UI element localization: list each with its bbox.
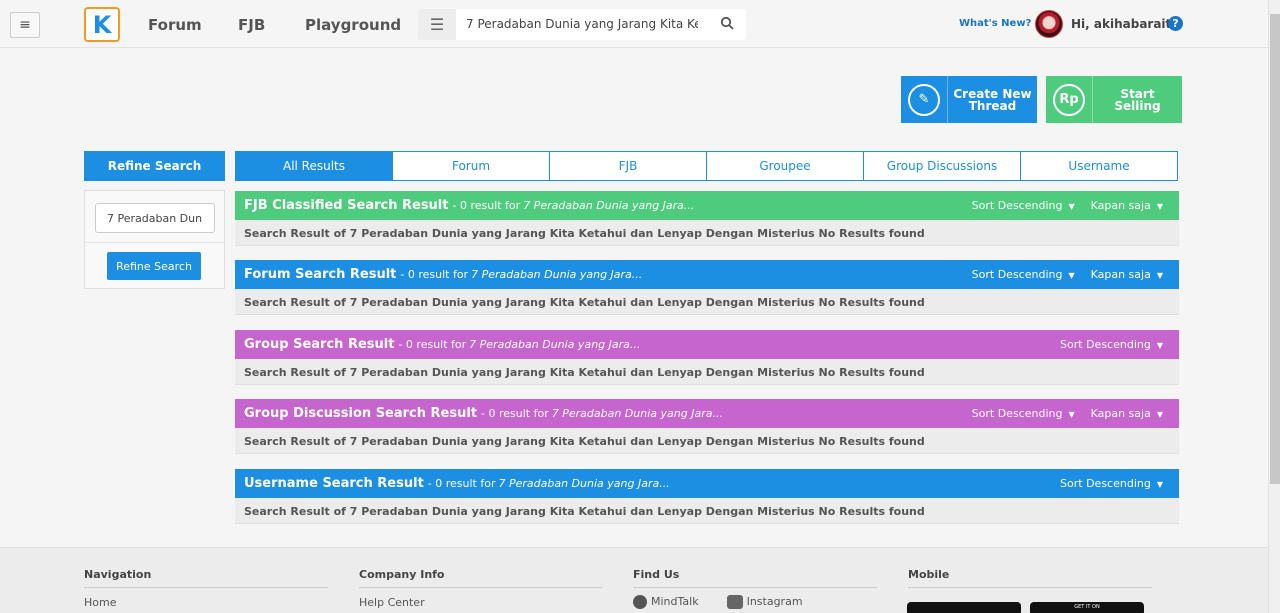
fjb-result-section: FJB Classified Search Result - 0 result …: [235, 191, 1179, 246]
refine-search-input[interactable]: 7 Peradaban Dun: [95, 203, 215, 233]
create-new-thread-button[interactable]: ✎ Create New Thread: [901, 76, 1037, 123]
result-query: 7 Peradaban Dunia yang Jara...: [471, 268, 643, 281]
result-query: 7 Peradaban Dunia yang Jara...: [551, 407, 723, 420]
result-message: Search Result of 7 Peradaban Dunia yang …: [235, 498, 1179, 524]
result-count: - 0 result for: [452, 199, 521, 212]
caret-down-icon: ▼: [1068, 202, 1075, 211]
sort-dropdown[interactable]: Sort Descending ▼: [972, 407, 1075, 420]
search-icon[interactable]: [720, 16, 734, 30]
group-discussion-result-section: Group Discussion Search Result - 0 resul…: [235, 399, 1179, 454]
whats-new-link[interactable]: What's New?: [959, 18, 1031, 29]
tab-username[interactable]: Username: [1021, 151, 1178, 181]
caret-down-icon: ▼: [1156, 480, 1163, 489]
result-title: Username Search Result: [244, 476, 424, 491]
caret-down-icon: ▼: [1156, 410, 1163, 419]
top-navbar: ≡ K Forum FJB Playground ☰ 7 Peradaban D…: [0, 0, 1268, 48]
scrollbar[interactable]: [1268, 0, 1280, 613]
result-count: - 0 result for: [427, 477, 496, 490]
hamburger-menu-button[interactable]: ≡: [10, 12, 40, 38]
footer-link-instagram[interactable]: Instagram: [726, 595, 803, 609]
result-message: Search Result of 7 Peradaban Dunia yang …: [235, 220, 1179, 246]
result-query: 7 Peradaban Dunia yang Jara...: [523, 199, 695, 212]
instagram-icon: [726, 595, 743, 609]
search-input[interactable]: 7 Peradaban Dunia yang Jarang Kita Ketah…: [466, 17, 698, 31]
time-dropdown[interactable]: Kapan saja ▼: [1091, 199, 1163, 212]
rupiah-icon: Rp: [1046, 76, 1093, 123]
username-result-section: Username Search Result - 0 result for 7 …: [235, 469, 1179, 524]
result-header: Group Discussion Search Result - 0 resul…: [235, 399, 1179, 428]
time-dropdown[interactable]: Kapan saja ▼: [1091, 407, 1163, 420]
app-store-badge[interactable]: [907, 602, 1021, 613]
result-message: Search Result of 7 Peradaban Dunia yang …: [235, 289, 1179, 315]
tab-fjb[interactable]: FJB: [550, 151, 707, 181]
tab-group-discussions[interactable]: Group Discussions: [864, 151, 1021, 181]
footer-company: Company Info Help Center: [359, 568, 603, 609]
help-icon[interactable]: ?: [1168, 16, 1183, 31]
result-title: FJB Classified Search Result: [244, 198, 449, 213]
mindtalk-icon: [633, 595, 647, 609]
result-tabs: All Results Forum FJB Groupee Group Disc…: [235, 151, 1178, 181]
search-category-menu-icon[interactable]: ☰: [418, 9, 456, 40]
user-greeting[interactable]: Hi, akihabarait: [1071, 17, 1171, 31]
result-count: - 0 result for: [481, 407, 549, 420]
result-header: Group Search Result - 0 result for 7 Per…: [235, 330, 1179, 359]
nav-playground-link[interactable]: Playground: [305, 16, 401, 34]
result-header: Username Search Result - 0 result for 7 …: [235, 469, 1179, 498]
footer-heading: Navigation: [84, 568, 328, 588]
scrollbar-thumb[interactable]: [1270, 14, 1280, 484]
caret-down-icon: ▼: [1156, 341, 1163, 350]
sort-dropdown[interactable]: Sort Descending ▼: [1060, 338, 1163, 351]
footer-heading: Company Info: [359, 568, 603, 588]
start-selling-button[interactable]: Rp Start Selling: [1046, 76, 1182, 123]
result-header: FJB Classified Search Result - 0 result …: [235, 191, 1179, 220]
footer: Navigation Home Company Info Help Center…: [0, 547, 1268, 613]
caret-down-icon: ▼: [1156, 202, 1163, 211]
time-dropdown[interactable]: Kapan saja ▼: [1091, 268, 1163, 281]
result-query: 7 Peradaban Dunia yang Jara...: [498, 477, 670, 490]
footer-find-us: Find Us MindTalk Instagram: [633, 568, 877, 609]
group-result-section: Group Search Result - 0 result for 7 Per…: [235, 330, 1179, 385]
pencil-icon: ✎: [901, 76, 948, 123]
footer-mobile: Mobile: [908, 568, 1152, 588]
caret-down-icon: ▼: [1156, 271, 1163, 280]
footer-link-help-center[interactable]: Help Center: [359, 596, 603, 609]
kaskus-logo[interactable]: K: [84, 7, 120, 42]
sort-dropdown[interactable]: Sort Descending ▼: [972, 268, 1075, 281]
tab-forum[interactable]: Forum: [393, 151, 550, 181]
caret-down-icon: ▼: [1068, 271, 1075, 280]
divider: [85, 242, 224, 243]
tab-groupee[interactable]: Groupee: [707, 151, 864, 181]
nav-forum-link[interactable]: Forum: [148, 16, 202, 34]
user-avatar[interactable]: [1035, 10, 1063, 38]
result-message: Search Result of 7 Peradaban Dunia yang …: [235, 428, 1179, 454]
footer-link-mindtalk[interactable]: MindTalk: [633, 595, 699, 609]
sort-dropdown[interactable]: Sort Descending ▼: [1060, 477, 1163, 490]
start-selling-label: Start Selling: [1114, 86, 1161, 113]
search-bar: ☰ 7 Peradaban Dunia yang Jarang Kita Ket…: [418, 9, 746, 40]
tab-all-results[interactable]: All Results: [235, 151, 393, 181]
result-title: Group Search Result: [244, 337, 395, 352]
footer-navigation: Navigation Home: [84, 568, 328, 609]
footer-link-home[interactable]: Home: [84, 596, 328, 609]
result-query: 7 Peradaban Dunia yang Jara...: [469, 338, 641, 351]
result-count: - 0 result for: [400, 268, 469, 281]
caret-down-icon: ▼: [1068, 410, 1075, 419]
result-title: Forum Search Result: [244, 267, 397, 282]
refine-search-panel: 7 Peradaban Dun Refine Search: [84, 190, 225, 289]
nav-fjb-link[interactable]: FJB: [238, 16, 265, 34]
forum-result-section: Forum Search Result - 0 result for 7 Per…: [235, 260, 1179, 315]
result-message: Search Result of 7 Peradaban Dunia yang …: [235, 359, 1179, 385]
refine-search-button[interactable]: Refine Search: [107, 252, 201, 280]
refine-search-heading: Refine Search: [84, 151, 225, 181]
result-header: Forum Search Result - 0 result for 7 Per…: [235, 260, 1179, 289]
create-thread-label: Create New Thread: [953, 86, 1032, 113]
result-title: Group Discussion Search Result: [244, 406, 478, 421]
footer-heading: Find Us: [633, 568, 877, 588]
result-count: - 0 result for: [398, 338, 467, 351]
google-play-badge[interactable]: GET IT ON: [1030, 602, 1144, 613]
footer-heading: Mobile: [908, 568, 1152, 588]
sort-dropdown[interactable]: Sort Descending ▼: [972, 199, 1075, 212]
